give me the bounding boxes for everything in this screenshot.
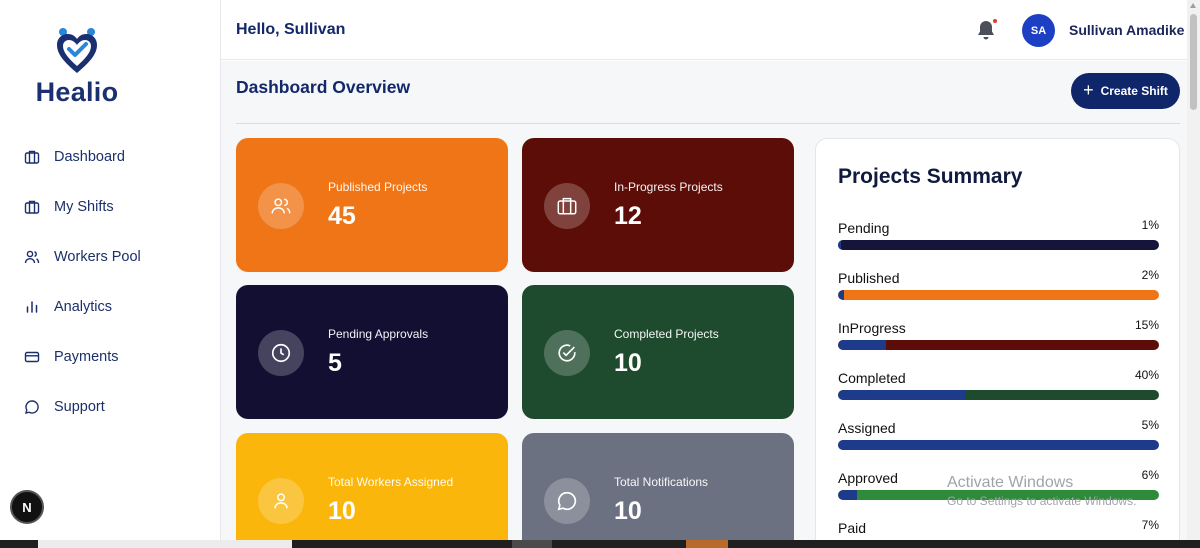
sidebar-item-workers-pool[interactable]: Workers Pool (22, 244, 212, 270)
summary-row-label: Assigned (838, 420, 896, 436)
card-label: Total Notifications (614, 475, 709, 489)
card-value: 45 (328, 202, 356, 230)
progress-fill (838, 390, 967, 400)
sidebar-item-label: My Shifts (54, 199, 114, 215)
user-icon (258, 478, 304, 524)
user-name[interactable]: Sullivan Amadike (1069, 22, 1184, 38)
summary-row-percent: 6% (1141, 468, 1159, 482)
card-label: Total Workers Assigned (328, 475, 454, 489)
watermark-title: Activate Windows (947, 474, 1074, 491)
sidebar-item-label: Dashboard (54, 149, 125, 165)
card-label: Completed Projects (614, 327, 719, 341)
progress-track (838, 240, 1159, 250)
progress-fill (838, 340, 887, 350)
progress-fill (838, 490, 858, 500)
progress-fill (838, 440, 855, 450)
activate-windows-watermark: Activate Windows Go to Settings to activ… (947, 474, 1136, 508)
sidebar-nav: Dashboard My Shifts Workers Pool Analyti… (22, 144, 212, 444)
heart-logo-icon (57, 28, 97, 73)
stat-card-notifications[interactable]: Total Notifications 10 (522, 433, 794, 548)
progress-track (838, 390, 1159, 400)
sidebar: Healio Dashboard My Shifts Workers Pool … (0, 0, 221, 548)
summary-row-percent: 7% (1141, 518, 1159, 532)
scrollbar-thumb[interactable] (1190, 14, 1197, 110)
summary-row-label: Completed (838, 370, 906, 386)
card-label: Pending Approvals (328, 327, 429, 341)
stat-card-published[interactable]: Published Projects 45 (236, 138, 508, 272)
clock-icon (258, 330, 304, 376)
sidebar-item-label: Payments (54, 349, 119, 365)
briefcase-icon (22, 197, 42, 217)
taskbar-search[interactable] (38, 540, 292, 548)
scrollbar[interactable] (1187, 0, 1200, 548)
sidebar-item-dashboard[interactable]: Dashboard (22, 144, 212, 170)
check-circle-icon (544, 330, 590, 376)
card-label: Published Projects (328, 180, 428, 194)
summary-row-label: Pending (838, 220, 890, 236)
stat-card-completed[interactable]: Completed Projects 10 (522, 285, 794, 419)
progress-fill (838, 240, 842, 250)
summary-row-percent: 5% (1141, 418, 1159, 432)
summary-row-percent: 15% (1134, 318, 1159, 332)
sidebar-item-label: Support (54, 399, 105, 415)
divider (236, 123, 1180, 124)
bar-chart-icon (22, 297, 42, 317)
card-label: In-Progress Projects (614, 180, 723, 194)
summary-row-label: Published (838, 270, 900, 286)
notification-dot (993, 19, 997, 23)
taskbar-app[interactable] (686, 540, 728, 548)
card-value: 5 (328, 349, 342, 377)
chat-bubble-icon (544, 478, 590, 524)
card-value: 12 (614, 202, 642, 230)
briefcase-icon (22, 147, 42, 167)
chat-bubble-icon (22, 397, 42, 417)
summary-title: Projects Summary (838, 165, 1023, 188)
sidebar-item-label: Workers Pool (54, 249, 141, 265)
avatar[interactable]: SA (1022, 14, 1055, 47)
summary-row-percent: 2% (1141, 268, 1159, 282)
stat-card-pending-approvals[interactable]: Pending Approvals 5 (236, 285, 508, 419)
progress-track (838, 340, 1159, 350)
summary-row-percent: 1% (1141, 218, 1159, 232)
taskbar (0, 540, 1200, 548)
card-value: 10 (614, 497, 642, 525)
sidebar-item-my-shifts[interactable]: My Shifts (22, 194, 212, 220)
brand-name: Healio (35, 77, 119, 107)
greeting-text: Hello, Sullivan (236, 21, 346, 38)
card-value: 10 (614, 349, 642, 377)
credit-card-icon (22, 347, 42, 367)
dev-tools-badge[interactable]: N (10, 490, 44, 524)
create-shift-label: Create Shift (1100, 84, 1168, 98)
summary-row-label: Paid (838, 520, 867, 536)
sidebar-item-payments[interactable]: Payments (22, 344, 212, 370)
card-value: 10 (328, 497, 356, 525)
healio-logo[interactable]: Healio (32, 26, 122, 110)
users-icon (258, 183, 304, 229)
progress-track (838, 440, 1159, 450)
summary-row-label: InProgress (838, 320, 906, 336)
plus-icon: + (1083, 80, 1094, 100)
watermark-subtitle: Go to Settings to activate Windows. (947, 494, 1137, 508)
sidebar-item-analytics[interactable]: Analytics (22, 294, 212, 320)
taskbar-app[interactable] (512, 540, 552, 548)
create-shift-button[interactable]: + Create Shift (1071, 73, 1180, 109)
top-bar: Hello, Sullivan SA Sullivan Amadike (221, 0, 1200, 60)
sidebar-item-label: Analytics (54, 299, 113, 315)
stat-card-in-progress[interactable]: In-Progress Projects 12 (522, 138, 794, 272)
progress-fill (838, 290, 845, 300)
sidebar-item-support[interactable]: Support (22, 394, 212, 420)
summary-row-percent: 40% (1134, 368, 1159, 382)
scroll-up-arrow-icon[interactable] (1190, 3, 1196, 8)
progress-track (838, 290, 1159, 300)
users-icon (22, 247, 42, 267)
notification-bell-icon[interactable] (976, 19, 998, 41)
summary-row-label: Approved (838, 470, 898, 486)
page-title: Dashboard Overview (236, 77, 411, 97)
stat-card-workers-assigned[interactable]: Total Workers Assigned 10 (236, 433, 508, 548)
briefcase-icon (544, 183, 590, 229)
